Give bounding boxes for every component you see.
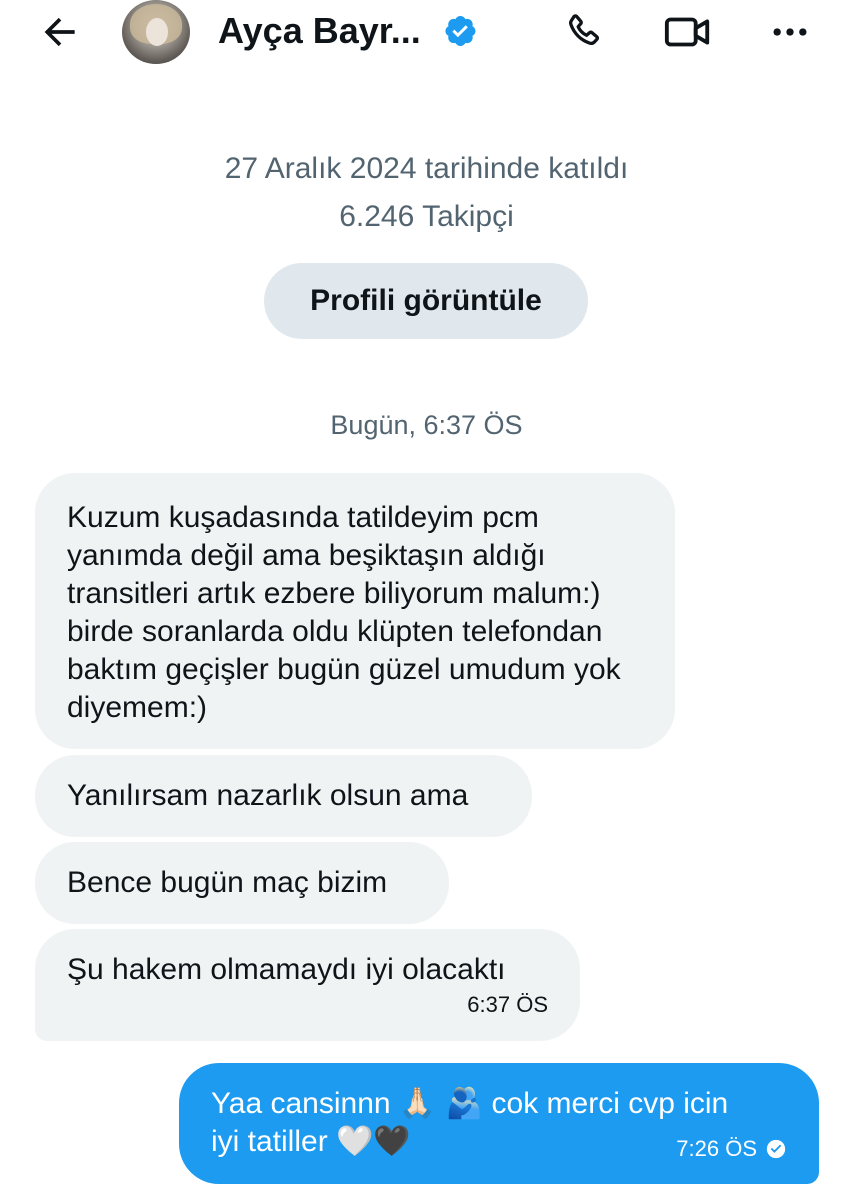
contact-name[interactable]: Ayça Bayr... — [218, 10, 421, 52]
praying-hands-hug-emoji: 🙏🏻 🫂 — [398, 1086, 484, 1121]
hearts-emoji: 🤍🖤 — [336, 1124, 411, 1159]
message-timestamp: 6:37 ÖS — [467, 992, 548, 1017]
outgoing-message[interactable]: Yaa cansinnn 🙏🏻 🫂 cok merci cvp icin iyi… — [179, 1063, 819, 1184]
incoming-message[interactable]: Yanılırsam nazarlık olsun ama — [35, 755, 532, 837]
message-text: Şu hakem olmamaydı iyi olacaktı — [67, 953, 506, 986]
call-button[interactable] — [560, 8, 608, 56]
back-button[interactable] — [36, 8, 84, 56]
phone-icon — [569, 14, 600, 45]
joined-date: 27 Aralık 2024 tarihinde katıldı — [224, 152, 629, 185]
incoming-message[interactable]: Bence bugün maç bizim — [35, 842, 449, 924]
conversation-header: Ayça Bayr... — [0, 0, 853, 66]
seen-check-icon — [766, 1139, 786, 1159]
follower-count[interactable]: 6.246 Takipçi — [0, 200, 853, 234]
view-profile-button[interactable]: Profili görüntüle — [264, 263, 588, 339]
video-call-button[interactable] — [662, 8, 714, 56]
message-text: Bence bugün maç bizim — [67, 866, 388, 899]
more-icon — [773, 28, 807, 36]
message-timestamp: 7:26 ÖS — [676, 1136, 757, 1161]
incoming-message[interactable]: Kuzum kuşadasında tatildeyim pcm yanımda… — [35, 473, 675, 749]
verified-badge-icon — [445, 16, 476, 46]
message-text: Kuzum kuşadasında tatildeyim pcm yanımda… — [67, 501, 621, 724]
incoming-message[interactable]: Şu hakem olmamaydı iyi olacaktı 6:37 ÖS — [35, 929, 580, 1041]
more-options-button[interactable] — [766, 8, 814, 56]
message-status: 7:26 ÖS — [676, 1135, 787, 1163]
message-date-stamp: Bugün, 6:37 ÖS — [330, 410, 523, 440]
back-arrow-icon — [44, 17, 75, 47]
dm-conversation-screen: Ayça Bayr... 27 Aralık 2024 tarihinde ka… — [0, 0, 853, 1200]
avatar[interactable] — [122, 0, 190, 64]
video-camera-icon — [664, 17, 710, 47]
message-text: Yaa cansinnn 🙏🏻 🫂 cok merci cvp icin — [211, 1086, 729, 1121]
message-text: Yanılırsam nazarlık olsun ama — [67, 779, 469, 812]
